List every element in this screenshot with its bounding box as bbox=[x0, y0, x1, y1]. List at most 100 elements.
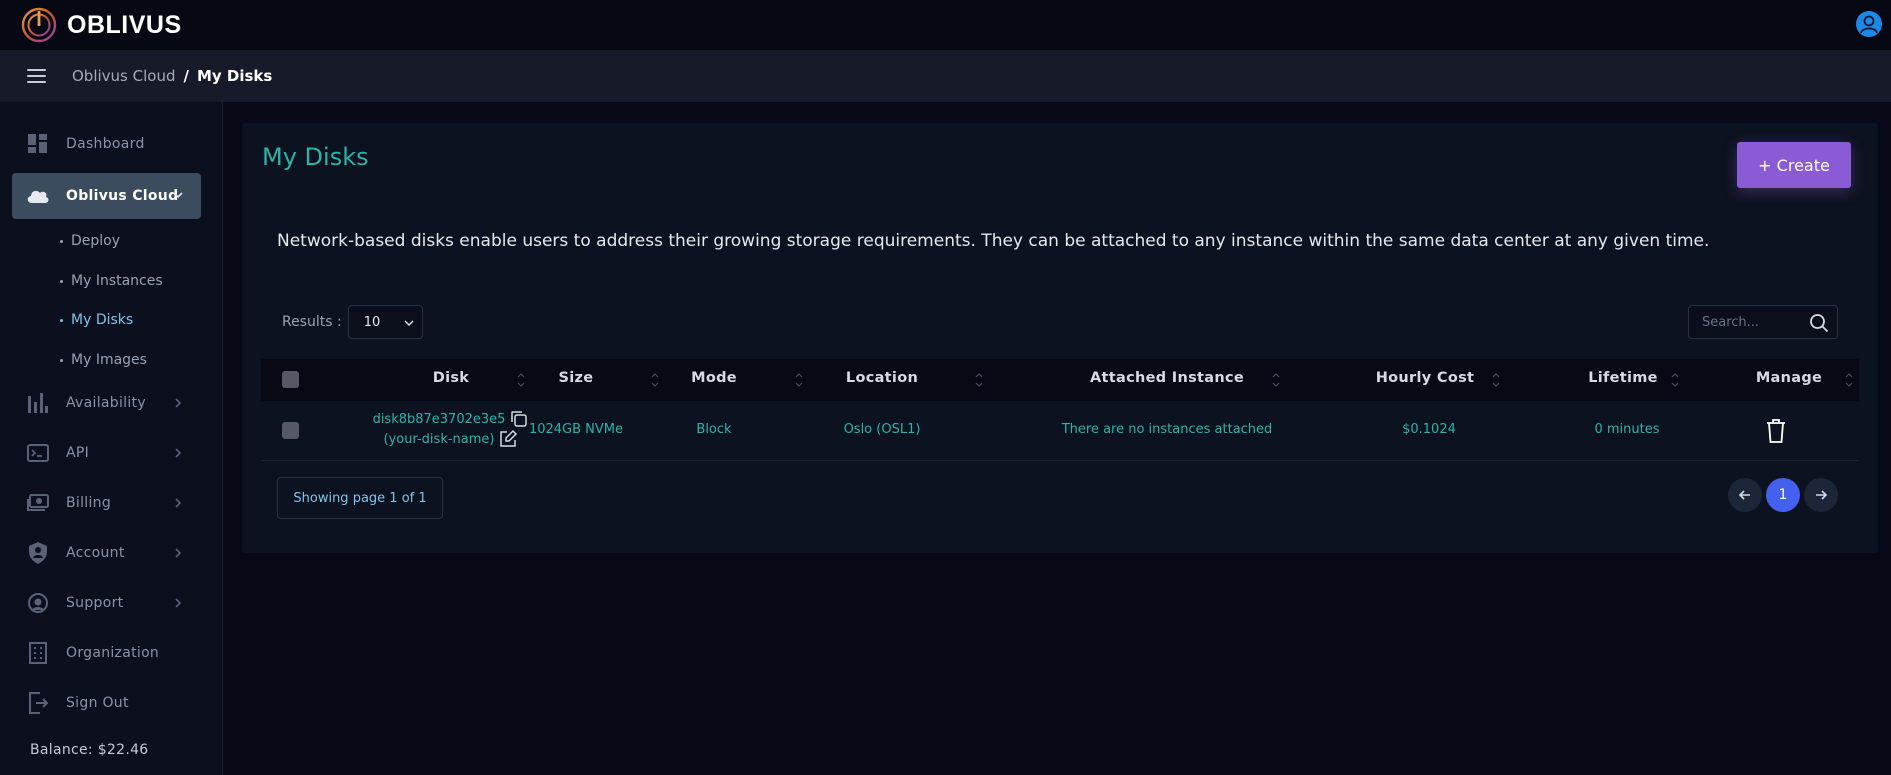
sort-icon[interactable] bbox=[1491, 371, 1501, 389]
shield-user-icon bbox=[26, 541, 50, 565]
disks-table: Disk Size Mode Location Attached Instanc… bbox=[261, 359, 1859, 461]
edit-icon[interactable] bbox=[498, 429, 518, 449]
sidebar-item-label: API bbox=[66, 445, 90, 461]
create-disk-button[interactable]: + Create bbox=[1737, 142, 1851, 188]
previous-page-button[interactable] bbox=[1728, 478, 1762, 512]
sidebar-item-label: Dashboard bbox=[66, 136, 145, 152]
sort-icon[interactable] bbox=[794, 371, 804, 389]
terminal-icon bbox=[26, 441, 50, 465]
select-all-checkbox[interactable] bbox=[282, 371, 299, 388]
sidebar-item-billing[interactable]: Billing bbox=[12, 481, 201, 525]
building-icon bbox=[26, 641, 50, 665]
account-balance: Balance: $22.46 bbox=[30, 742, 149, 758]
sidebar-item-label: Billing bbox=[66, 495, 112, 511]
disk-attached-instance: There are no instances attached bbox=[1061, 422, 1273, 437]
app-name: OBLIVUS bbox=[67, 10, 182, 39]
chevron-down-icon bbox=[404, 320, 414, 326]
table-row: disk8b87e3702e3e5 (your-disk-name) 1024G… bbox=[261, 401, 1859, 461]
breadcrumb-current: My Disks bbox=[196, 67, 273, 85]
sidebar-item-label: Account bbox=[66, 545, 125, 561]
column-header-manage: Manage bbox=[1755, 370, 1823, 386]
sidebar-item-dashboard[interactable]: Dashboard bbox=[12, 122, 201, 166]
sidebar: Dashboard Oblivus Cloud Deploy My Instan… bbox=[0, 102, 223, 775]
sidebar-subitem-deploy[interactable]: Deploy bbox=[60, 233, 120, 249]
results-per-page: Results : 10 bbox=[282, 305, 423, 339]
money-icon bbox=[26, 491, 50, 515]
sidebar-item-label: Oblivus Cloud bbox=[66, 188, 179, 204]
chevron-right-icon bbox=[175, 498, 182, 508]
column-header-location[interactable]: Location bbox=[817, 370, 947, 386]
search-box bbox=[1688, 305, 1838, 339]
page-title: My Disks bbox=[262, 143, 369, 171]
sidebar-item-label: Sign Out bbox=[66, 695, 129, 711]
bar-chart-icon bbox=[26, 391, 50, 415]
column-header-attached-instance[interactable]: Attached Instance bbox=[1067, 370, 1267, 386]
table-header: Disk Size Mode Location Attached Instanc… bbox=[261, 359, 1859, 401]
disks-card: My Disks + Create Network-based disks en… bbox=[242, 123, 1878, 553]
logo-icon bbox=[21, 7, 57, 43]
chevron-right-icon bbox=[175, 398, 182, 408]
next-page-button[interactable] bbox=[1804, 478, 1838, 512]
column-header-size[interactable]: Size bbox=[526, 370, 626, 386]
disk-mode: Block bbox=[696, 422, 732, 437]
sort-icon[interactable] bbox=[516, 371, 526, 389]
sidebar-subitem-my-images[interactable]: My Images bbox=[60, 352, 147, 368]
sidebar-item-organization[interactable]: Organization bbox=[12, 631, 201, 675]
trash-icon[interactable] bbox=[1764, 418, 1788, 444]
pagination-info: Showing page 1 of 1 bbox=[277, 477, 443, 519]
sort-icon[interactable] bbox=[974, 371, 984, 389]
breadcrumb-bar: Oblivus Cloud / My Disks bbox=[0, 50, 1891, 102]
chevron-right-icon bbox=[175, 548, 182, 558]
column-header-mode[interactable]: Mode bbox=[664, 370, 764, 386]
sidebar-subitem-my-instances[interactable]: My Instances bbox=[60, 273, 163, 289]
sidebar-subitem-my-disks[interactable]: My Disks bbox=[60, 312, 133, 328]
app-logo[interactable]: OBLIVUS bbox=[21, 7, 182, 43]
page-description: Network-based disks enable users to addr… bbox=[277, 231, 1710, 251]
breadcrumb: Oblivus Cloud / My Disks bbox=[72, 67, 272, 85]
sort-icon[interactable] bbox=[1844, 371, 1854, 389]
user-avatar-icon[interactable] bbox=[1855, 10, 1883, 38]
column-header-hourly-cost[interactable]: Hourly Cost bbox=[1345, 370, 1505, 386]
sidebar-item-support[interactable]: Support bbox=[12, 581, 201, 625]
disk-lifetime: 0 minutes bbox=[1594, 422, 1660, 437]
disk-location: Oslo (OSL1) bbox=[843, 422, 921, 437]
sort-icon[interactable] bbox=[1271, 371, 1281, 389]
disk-cell: disk8b87e3702e3e5 (your-disk-name) bbox=[361, 409, 541, 449]
sidebar-item-label: Organization bbox=[66, 645, 160, 661]
disk-size: 1024GB NVMe bbox=[528, 422, 624, 437]
column-header-lifetime[interactable]: Lifetime bbox=[1563, 370, 1683, 386]
top-bar: OBLIVUS bbox=[0, 0, 1891, 50]
search-icon[interactable] bbox=[1809, 313, 1829, 333]
sidebar-item-availability[interactable]: Availability bbox=[12, 381, 201, 425]
support-icon bbox=[26, 591, 50, 615]
sidebar-item-sign-out[interactable]: Sign Out bbox=[12, 681, 201, 725]
disk-name: (your-disk-name) bbox=[383, 431, 495, 447]
results-select[interactable]: 10 bbox=[347, 305, 423, 339]
search-input[interactable] bbox=[1689, 314, 1799, 330]
arrow-left-icon bbox=[1738, 490, 1750, 500]
sign-out-icon bbox=[26, 691, 50, 715]
breadcrumb-separator: / bbox=[183, 67, 189, 85]
sidebar-item-account[interactable]: Account bbox=[12, 531, 201, 575]
cloud-icon bbox=[26, 184, 50, 208]
dashboard-icon bbox=[26, 132, 50, 156]
menu-toggle-icon[interactable] bbox=[27, 69, 46, 83]
sidebar-item-oblivus-cloud[interactable]: Oblivus Cloud bbox=[12, 173, 201, 219]
chevron-right-icon bbox=[175, 598, 182, 608]
results-select-value: 10 bbox=[363, 314, 381, 330]
disk-id: disk8b87e3702e3e5 bbox=[372, 411, 506, 427]
chevron-right-icon bbox=[175, 448, 182, 458]
row-checkbox[interactable] bbox=[282, 422, 299, 439]
column-header-disk[interactable]: Disk bbox=[401, 370, 501, 386]
chevron-down-icon bbox=[173, 192, 183, 199]
results-label: Results : bbox=[282, 314, 342, 330]
breadcrumb-parent[interactable]: Oblivus Cloud bbox=[72, 67, 175, 85]
sidebar-item-label: Availability bbox=[66, 395, 146, 411]
sidebar-item-label: Support bbox=[66, 595, 124, 611]
sort-icon[interactable] bbox=[650, 371, 660, 389]
sidebar-item-api[interactable]: API bbox=[12, 431, 201, 475]
page-1-button[interactable]: 1 bbox=[1766, 478, 1800, 512]
sort-icon[interactable] bbox=[1670, 371, 1680, 389]
arrow-right-icon bbox=[1816, 490, 1828, 500]
disk-hourly-cost: $0.1024 bbox=[1402, 422, 1456, 437]
